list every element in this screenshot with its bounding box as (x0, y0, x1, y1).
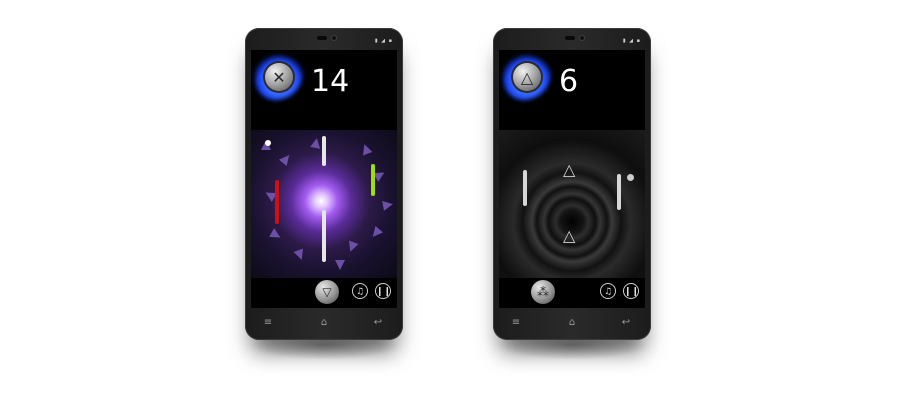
score-hud: △ 6 (499, 50, 645, 130)
music-button[interactable]: ♫ (352, 283, 368, 299)
triangle-knot-icon[interactable]: ▽ (315, 280, 339, 304)
triangle-knot-icon: △ (563, 160, 576, 179)
front-camera (579, 35, 585, 41)
earpiece (565, 36, 575, 40)
phone-frame: ▮ ◢ ▪ △ 6 △ △ ⁂ ♫ ❙❙ ≡ ⌂ ↩ (493, 28, 651, 340)
bubbles-icon[interactable]: ⁂ (531, 280, 555, 304)
back-icon[interactable]: ↩ (371, 316, 385, 330)
right-paddle[interactable] (617, 174, 621, 210)
score-counter: 14 (311, 64, 350, 99)
center-paddle[interactable] (322, 136, 326, 166)
silver-coin-icon: ✕ (255, 52, 303, 100)
game-playfield[interactable]: △ △ (499, 130, 645, 278)
ball (627, 174, 634, 181)
game-screen[interactable]: ✕ 14 ▽ ♫ ❙❙ (251, 50, 397, 308)
game-playfield[interactable] (251, 130, 397, 278)
home-icon[interactable]: ⌂ (317, 316, 331, 330)
status-bar-icons: ▮ ◢ ▪ (622, 38, 641, 44)
earpiece (317, 36, 327, 40)
phone-frame: ▮ ◢ ▪ ✕ 14 ▽ ♫ ❙❙ ≡ ⌂ ↩ (245, 28, 403, 340)
coin-face: ✕ (265, 63, 293, 91)
pause-button[interactable]: ❙❙ (375, 283, 391, 299)
control-bar: ⁂ ♫ ❙❙ (499, 278, 645, 308)
score-counter: 6 (559, 64, 579, 99)
home-icon[interactable]: ⌂ (565, 316, 579, 330)
score-hud: ✕ 14 (251, 50, 397, 130)
android-navbar: ≡ ⌂ ↩ (493, 312, 651, 334)
front-camera (331, 35, 337, 41)
left-paddle[interactable] (275, 180, 279, 224)
right-paddle[interactable] (371, 164, 375, 196)
control-bar: ▽ ♫ ❙❙ (251, 278, 397, 308)
coin-face: △ (513, 63, 541, 91)
triangle-knot-icon: △ (563, 226, 576, 245)
pause-button[interactable]: ❙❙ (623, 283, 639, 299)
game-screen[interactable]: △ 6 △ △ ⁂ ♫ ❙❙ (499, 50, 645, 308)
menu-icon[interactable]: ≡ (509, 316, 523, 330)
menu-icon[interactable]: ≡ (261, 316, 275, 330)
android-navbar: ≡ ⌂ ↩ (245, 312, 403, 334)
ball (265, 140, 271, 146)
status-bar-icons: ▮ ◢ ▪ (374, 38, 393, 44)
left-paddle[interactable] (523, 170, 527, 206)
back-icon[interactable]: ↩ (619, 316, 633, 330)
triangle-knot-icon: △ (503, 52, 551, 100)
music-button[interactable]: ♫ (600, 283, 616, 299)
center-paddle-lower[interactable] (322, 210, 326, 262)
